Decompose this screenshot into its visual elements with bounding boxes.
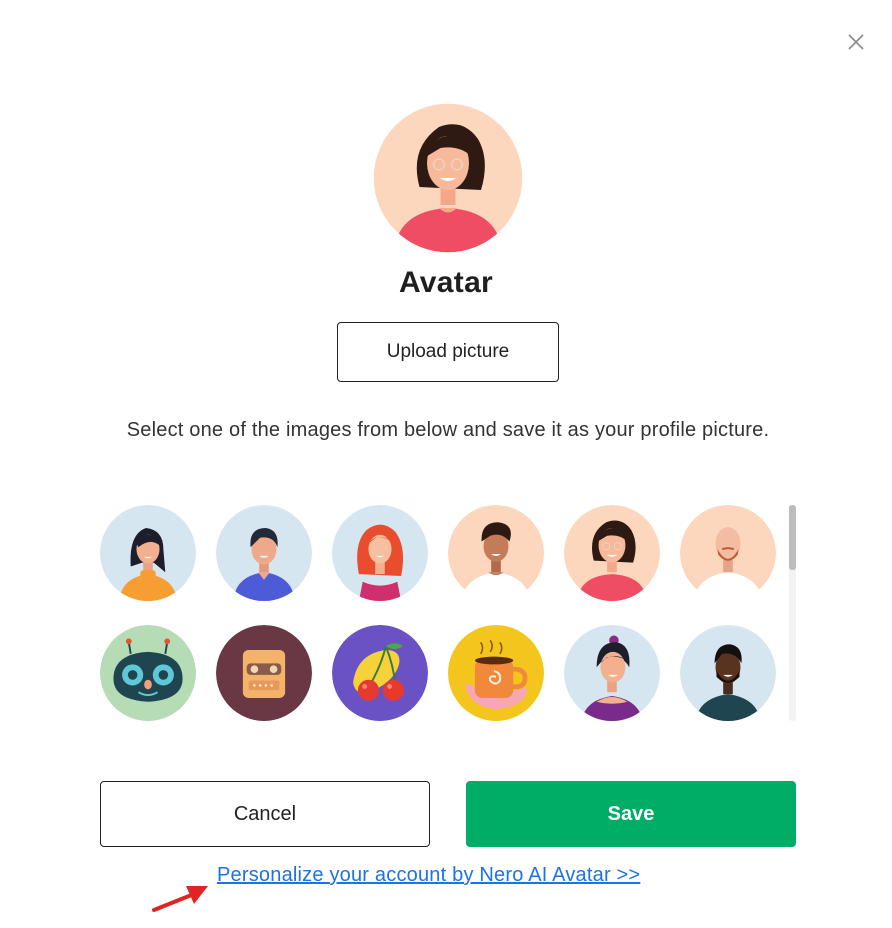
avatar-option[interactable] — [332, 505, 428, 601]
avatar-grid — [100, 505, 800, 721]
dialog-title: Avatar — [398, 266, 494, 299]
avatar-option[interactable] — [448, 505, 544, 601]
selected-avatar-preview — [373, 103, 523, 253]
nero-ai-avatar-link[interactable]: Personalize your account by Nero AI Avat… — [217, 864, 640, 887]
cancel-button[interactable]: Cancel — [100, 781, 430, 847]
avatar-option[interactable] — [680, 505, 776, 601]
avatar-grid-scrollbar[interactable] — [789, 505, 796, 570]
avatar-option[interactable] — [216, 505, 312, 601]
close-button[interactable] — [842, 28, 870, 56]
avatar-option[interactable] — [448, 625, 544, 721]
avatar-option[interactable] — [564, 625, 660, 721]
close-icon — [848, 34, 864, 50]
instruction-text: Select one of the images from below and … — [126, 419, 770, 441]
avatar-option[interactable] — [680, 625, 776, 721]
save-button[interactable]: Save — [466, 781, 796, 847]
avatar-option[interactable] — [564, 505, 660, 601]
avatar-option[interactable] — [216, 625, 312, 721]
avatar-option[interactable] — [100, 625, 196, 721]
red-arrow-icon — [152, 886, 208, 912]
avatar-option[interactable] — [332, 625, 428, 721]
upload-picture-button[interactable]: Upload picture — [337, 322, 559, 382]
avatar-option[interactable] — [100, 505, 196, 601]
